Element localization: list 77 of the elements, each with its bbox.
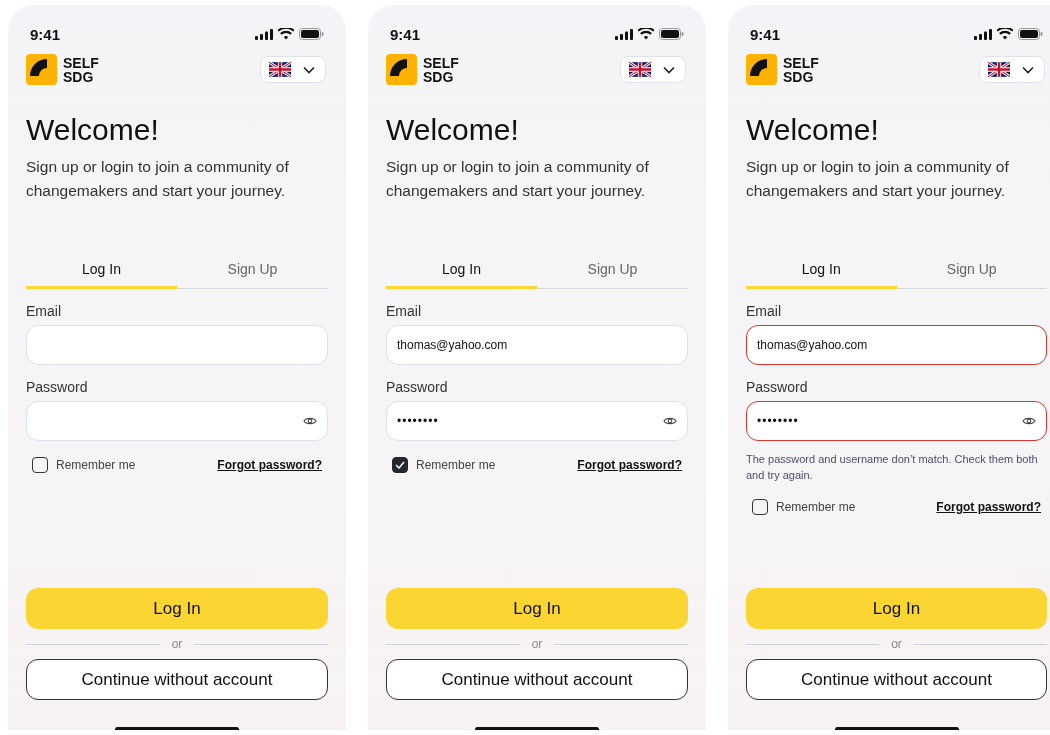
field-label: Password xyxy=(386,379,449,395)
brand-name: SDG xyxy=(783,69,815,84)
welcome-title: Welcome! xyxy=(386,113,520,147)
field-label: Email xyxy=(26,303,62,319)
welcome-title: Welcome! xyxy=(26,113,160,147)
email-field[interactable]: thomas@yahoo.com xyxy=(386,325,688,365)
divider-label: or xyxy=(891,637,902,651)
checkmark-icon xyxy=(395,461,405,469)
status-time: 9:41 xyxy=(750,25,781,43)
uk-flag-icon xyxy=(988,62,1010,77)
continue-without-account-button[interactable]: Continue without account xyxy=(26,659,328,700)
signal-icon xyxy=(615,28,633,40)
uk-flag-icon xyxy=(269,62,291,77)
field-label: Password xyxy=(746,379,809,395)
wifi-icon xyxy=(638,28,654,40)
remember-checkbox[interactable] xyxy=(752,499,768,515)
continue-without-account-button[interactable]: Continue without account xyxy=(746,659,1047,700)
remember-label: Remember me xyxy=(56,458,136,472)
divider-label: or xyxy=(531,637,543,651)
email-field[interactable] xyxy=(26,325,328,365)
remember-checkbox[interactable] xyxy=(32,457,48,473)
login-button[interactable]: Log In xyxy=(26,588,328,629)
email-field[interactable]: thomas@yahoo.com xyxy=(746,325,1047,365)
continue-without-account-button[interactable]: Continue without account xyxy=(386,659,688,700)
logo-icon xyxy=(386,54,417,85)
login-button[interactable]: Log In xyxy=(386,588,688,629)
field-label: Email xyxy=(386,303,422,319)
wifi-icon xyxy=(278,28,294,40)
brand-name: SELF xyxy=(783,55,819,70)
language-selector[interactable] xyxy=(260,56,326,83)
remember-label: Remember me xyxy=(416,458,496,472)
divider-label: or xyxy=(171,637,183,651)
tab[interactable]: Sign Up xyxy=(896,253,1047,289)
welcome-title: Welcome! xyxy=(746,113,880,147)
brand-name: SDG xyxy=(63,69,95,84)
wifi-icon xyxy=(997,28,1013,40)
chevron-down-icon xyxy=(303,65,315,74)
battery-icon xyxy=(659,28,684,40)
error-message: The password and username don’t match. Check them both and try again. xyxy=(746,452,1039,483)
password-field[interactable]: •••••••• xyxy=(746,401,1047,441)
forgot-password-link[interactable]: Forgot password? xyxy=(577,458,682,472)
battery-icon xyxy=(1018,28,1043,40)
password-field[interactable]: •••••••• xyxy=(386,401,688,441)
brand-name: SDG xyxy=(423,69,455,84)
tab[interactable]: Sign Up xyxy=(537,253,688,289)
signal-icon xyxy=(255,28,273,40)
status-time: 9:41 xyxy=(30,25,61,43)
field-label: Password xyxy=(26,379,89,395)
battery-icon xyxy=(299,28,324,40)
forgot-password-link[interactable]: Forgot password? xyxy=(217,458,322,472)
field-label: Email xyxy=(746,303,782,319)
language-selector[interactable] xyxy=(620,56,686,83)
tab[interactable]: Log In xyxy=(746,253,897,289)
brand-name: SELF xyxy=(63,55,99,70)
chevron-down-icon xyxy=(1022,65,1034,74)
status-time: 9:41 xyxy=(390,25,421,43)
tab[interactable]: Log In xyxy=(26,253,177,289)
logo-icon xyxy=(746,54,777,85)
eye-icon[interactable] xyxy=(1022,416,1036,426)
chevron-down-icon xyxy=(663,65,675,74)
tab[interactable]: Log In xyxy=(386,253,537,289)
tab[interactable]: Sign Up xyxy=(177,253,328,289)
welcome-subtitle: Sign up or login to join a community of changemakers and start your journey. xyxy=(746,157,1010,201)
language-selector[interactable] xyxy=(979,56,1045,83)
signal-icon xyxy=(974,28,992,40)
login-button[interactable]: Log In xyxy=(746,588,1047,629)
remember-label: Remember me xyxy=(776,500,856,514)
welcome-subtitle: Sign up or login to join a community of changemakers and start your journey. xyxy=(26,157,290,201)
eye-icon[interactable] xyxy=(303,416,317,426)
uk-flag-icon xyxy=(629,62,651,77)
welcome-subtitle: Sign up or login to join a community of changemakers and start your journey. xyxy=(386,157,650,201)
brand-name: SELF xyxy=(423,55,459,70)
logo-icon xyxy=(26,54,57,85)
remember-checkbox[interactable] xyxy=(392,457,408,473)
forgot-password-link[interactable]: Forgot password? xyxy=(936,500,1041,514)
eye-icon[interactable] xyxy=(663,416,677,426)
password-field[interactable] xyxy=(26,401,328,441)
